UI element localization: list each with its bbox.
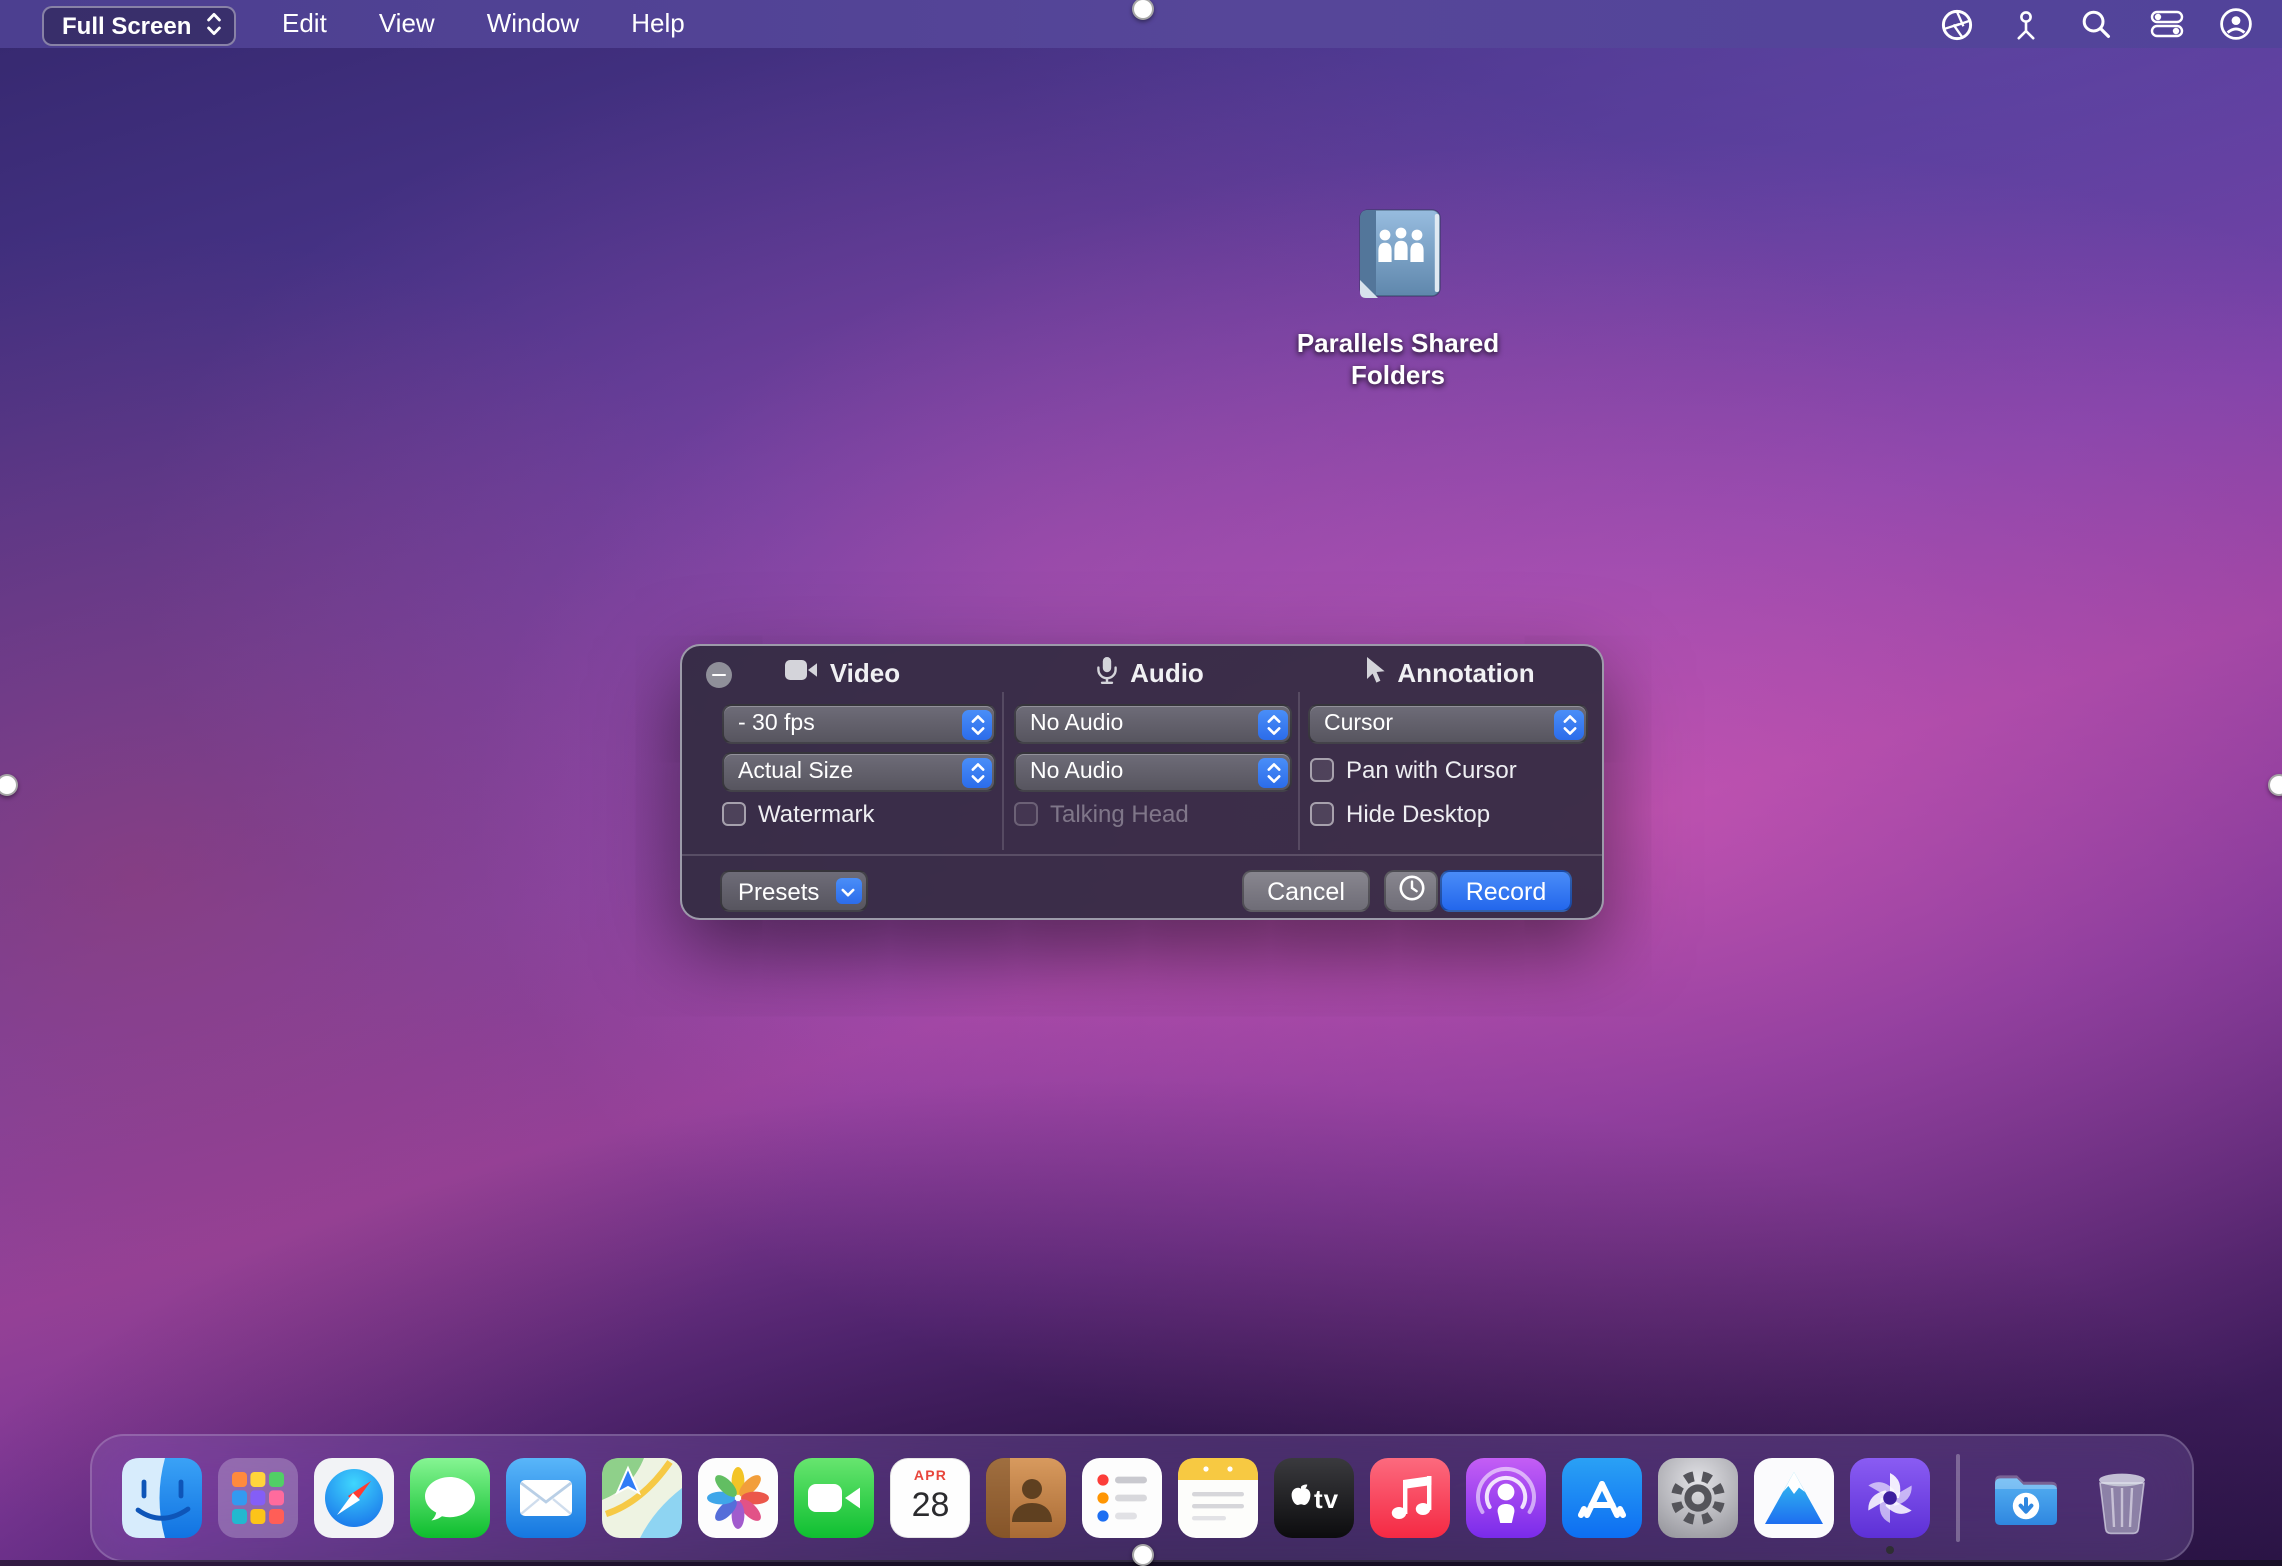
messages-dock-icon[interactable]	[411, 1458, 491, 1538]
pointer-value: Cursor	[1324, 712, 1393, 736]
capture-target-popup[interactable]: Full Screen	[42, 6, 235, 46]
system-settings-dock-icon[interactable]	[1659, 1458, 1739, 1538]
desktop-icon-label: Parallels Shared Folders	[1276, 328, 1520, 392]
capture-device-icon[interactable]	[2008, 6, 2044, 42]
calendar-day-label: 28	[912, 1486, 950, 1526]
fps-value: - 30 fps	[738, 712, 815, 736]
aperture-icon[interactable]	[1938, 6, 1974, 42]
menu-help[interactable]: Help	[605, 0, 711, 48]
podcasts-dock-icon[interactable]	[1467, 1458, 1547, 1538]
footer-divider	[682, 854, 1602, 856]
parallels-shared-folders-desktop-icon[interactable]: Parallels Shared Folders	[1248, 206, 1548, 392]
maps-dock-icon[interactable]	[603, 1458, 683, 1538]
launchpad-dock-icon[interactable]	[219, 1458, 299, 1538]
audio-section-title: Audio	[1130, 658, 1204, 688]
microphone-icon	[1096, 656, 1118, 690]
cursor-arrow-icon	[1365, 656, 1385, 690]
watermark-label: Watermark	[758, 800, 874, 828]
cancel-button[interactable]: Cancel	[1242, 870, 1370, 912]
apple-tv-label: tv	[1314, 1483, 1339, 1513]
mail-dock-icon[interactable]	[507, 1458, 587, 1538]
facetime-dock-icon[interactable]	[795, 1458, 875, 1538]
chevron-up-down-icon	[1258, 709, 1288, 739]
timer-button[interactable]	[1384, 870, 1438, 912]
finder-dock-icon[interactable]	[123, 1458, 203, 1538]
checkbox-box[interactable]	[722, 802, 746, 826]
calendar-dock-icon[interactable]: APR 28	[891, 1458, 971, 1538]
watermark-checkbox[interactable]: Watermark	[722, 800, 874, 828]
music-dock-icon[interactable]	[1371, 1458, 1451, 1538]
menu-list: Edit View Window Help	[256, 0, 711, 48]
chevron-up-down-icon	[962, 709, 992, 739]
video-camera-icon	[784, 658, 818, 688]
video-section-title: Video	[830, 658, 900, 688]
audio-input-1-value: No Audio	[1030, 712, 1123, 736]
resize-handle-left[interactable]	[0, 774, 18, 796]
menu-view[interactable]: View	[353, 0, 461, 48]
hide-desktop-checkbox[interactable]: Hide Desktop	[1310, 800, 1490, 828]
talking-head-label: Talking Head	[1050, 800, 1189, 828]
app-store-dock-icon[interactable]	[1563, 1458, 1643, 1538]
video-section-header: Video	[682, 656, 1002, 690]
checkbox-box[interactable]	[1310, 758, 1334, 782]
shared-folders-book-icon	[1346, 280, 1450, 314]
annotation-section-title: Annotation	[1397, 658, 1534, 688]
chevron-up-down-icon	[1554, 709, 1584, 739]
fps-popup[interactable]: - 30 fps	[722, 704, 996, 744]
account-icon[interactable]	[2218, 6, 2254, 42]
trash-dock-icon[interactable]	[2082, 1458, 2162, 1538]
record-button[interactable]: Record	[1440, 870, 1572, 912]
talking-head-checkbox: Talking Head	[1014, 800, 1189, 828]
column-divider	[1002, 692, 1004, 850]
status-menu-area	[1938, 0, 2254, 48]
downloads-folder-dock-icon[interactable]	[1986, 1458, 2066, 1538]
capture-target-label: Full Screen	[62, 12, 191, 40]
dock: APR 28 tv	[90, 1434, 2194, 1562]
audio-input-2-value: No Audio	[1030, 760, 1123, 784]
menu-edit[interactable]: Edit	[256, 0, 353, 48]
photos-dock-icon[interactable]	[699, 1458, 779, 1538]
safari-dock-icon[interactable]	[315, 1458, 395, 1538]
chevron-up-down-icon	[1258, 757, 1288, 787]
dock-divider	[1957, 1454, 1960, 1542]
apple-tv-dock-icon[interactable]: tv	[1275, 1458, 1355, 1538]
audio-input-1-popup[interactable]: No Audio	[1014, 704, 1292, 744]
recording-config-panel: Video Audio Annotation - 30 fps No Audio…	[680, 644, 1604, 920]
checkbox-box	[1014, 802, 1038, 826]
hide-desktop-label: Hide Desktop	[1346, 800, 1490, 828]
search-icon[interactable]	[2078, 6, 2114, 42]
contacts-dock-icon[interactable]	[987, 1458, 1067, 1538]
apple-logo-icon	[1290, 1480, 1312, 1516]
desktop-screen: Full Screen Edit View Window Help	[0, 0, 2282, 1566]
chevron-up-down-icon	[205, 11, 221, 41]
resize-handle-bottom[interactable]	[1132, 1544, 1154, 1566]
blue-triangle-app-icon[interactable]	[1755, 1458, 1835, 1538]
menu-window[interactable]: Window	[461, 0, 606, 48]
screen-recorder-dock-icon[interactable]	[1851, 1458, 1931, 1538]
pan-with-cursor-checkbox[interactable]: Pan with Cursor	[1310, 756, 1517, 784]
annotation-section-header: Annotation	[1298, 656, 1602, 690]
checkbox-box[interactable]	[1310, 802, 1334, 826]
control-center-icon[interactable]	[2148, 6, 2184, 42]
clock-icon	[1397, 874, 1425, 908]
reminders-dock-icon[interactable]	[1083, 1458, 1163, 1538]
audio-input-2-popup[interactable]: No Audio	[1014, 752, 1292, 792]
pan-with-cursor-label: Pan with Cursor	[1346, 756, 1517, 784]
pointer-popup[interactable]: Cursor	[1308, 704, 1588, 744]
audio-section-header: Audio	[1002, 656, 1298, 690]
calendar-month-label: APR	[914, 1470, 947, 1484]
notes-dock-icon[interactable]	[1179, 1458, 1259, 1538]
chevron-down-icon	[835, 878, 861, 904]
presets-label: Presets	[738, 877, 819, 905]
cancel-label: Cancel	[1267, 877, 1345, 905]
column-divider	[1298, 692, 1300, 850]
running-indicator-dot	[1887, 1546, 1895, 1554]
size-popup[interactable]: Actual Size	[722, 752, 996, 792]
presets-button[interactable]: Presets	[720, 870, 868, 912]
chevron-up-down-icon	[962, 757, 992, 787]
resize-handle-right[interactable]	[2268, 774, 2282, 796]
record-label: Record	[1466, 877, 1547, 905]
size-value: Actual Size	[738, 760, 853, 784]
